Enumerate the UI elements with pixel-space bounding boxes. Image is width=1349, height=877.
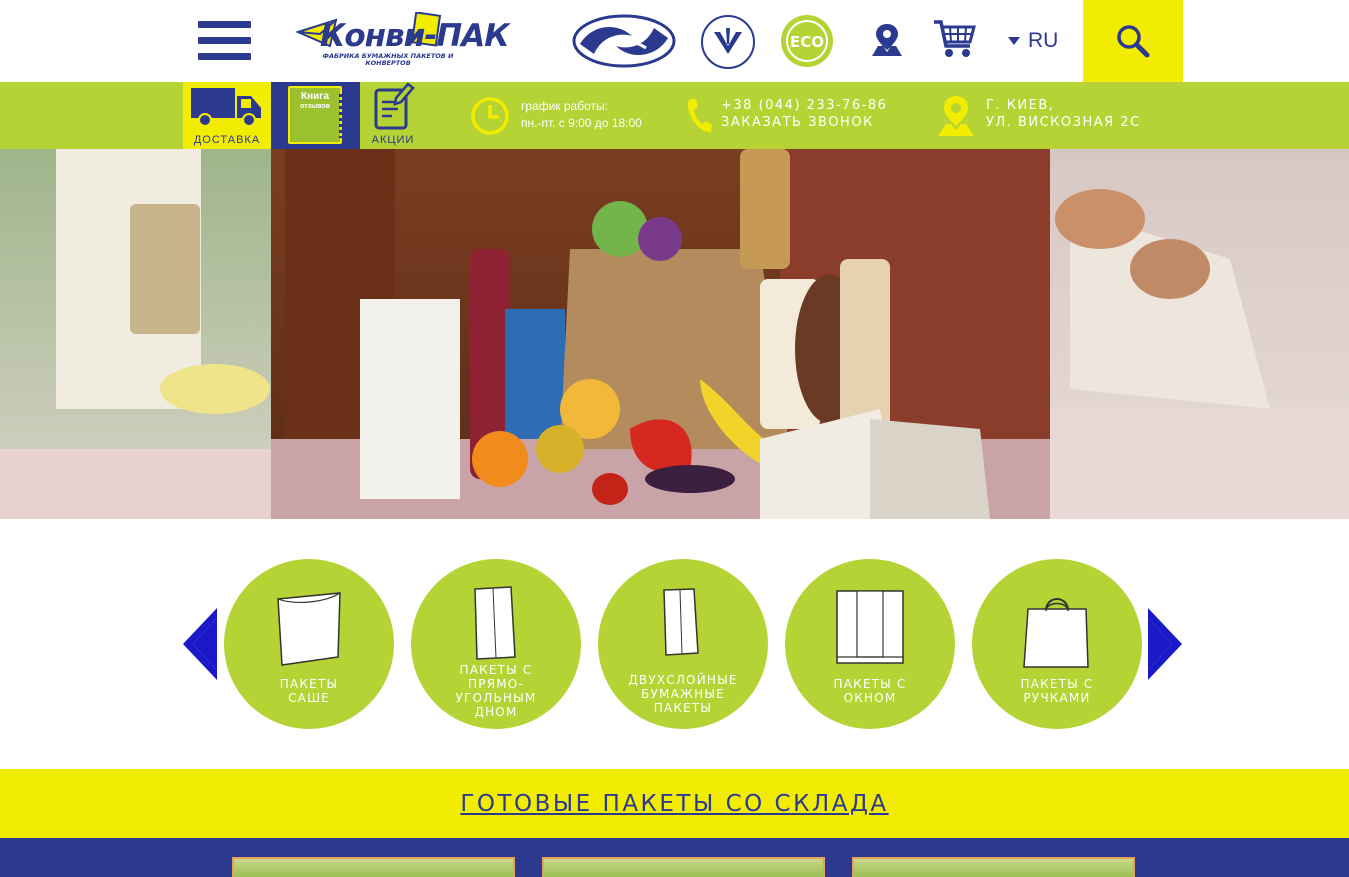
product-card[interactable] <box>542 857 825 877</box>
work-hours-text: пн.-пт. с 9:00 до 18:00 <box>521 116 642 130</box>
promo-document-icon <box>374 82 415 130</box>
flat-bottom-bag-icon <box>474 586 516 660</box>
site-logo[interactable]: Конви-ПАК ФАБРИКА БУМАЖНЫХ ПАКЕТОВ И КОН… <box>296 12 510 70</box>
address-street: УЛ. ВИСКОЗНАЯ 2С <box>986 115 1141 130</box>
handshake-cert-icon <box>572 14 676 68</box>
product-card[interactable] <box>852 857 1135 877</box>
promo-tile[interactable]: АКЦИИ <box>360 82 426 149</box>
ready-bags-stock-link[interactable]: ГОТОВЫЕ ПАКЕТЫ СО СКЛАДА <box>460 791 888 817</box>
reviews-book-tile[interactable]: Книга отзывов <box>271 82 360 149</box>
menu-burger-icon[interactable] <box>198 21 251 61</box>
carousel-next-arrow-icon[interactable] <box>1146 608 1184 680</box>
category-flat-bottom-bags[interactable]: ПАКЕТЫ С ПРЯМО- УГОЛЬНЫМ ДНОМ <box>411 559 581 729</box>
category-label: ПАКЕТЫ С ОКНОМ <box>833 677 907 705</box>
reviews-book-icon: Книга отзывов <box>288 86 345 144</box>
carousel-prev-arrow-icon[interactable] <box>181 608 219 680</box>
delivery-truck-icon <box>191 88 261 127</box>
category-sachet-bags[interactable]: ПАКЕТЫ САШЕ <box>224 559 394 729</box>
category-label: ПАКЕТЫ САШЕ <box>279 677 339 705</box>
top-header: Конви-ПАК ФАБРИКА БУМАЖНЫХ ПАКЕТОВ И КОН… <box>0 0 1349 82</box>
stock-banner: ГОТОВЫЕ ПАКЕТЫ СО СКЛАДА <box>0 769 1349 838</box>
language-label: RU <box>1028 29 1059 52</box>
cart-icon[interactable] <box>932 18 976 60</box>
phone-number[interactable]: +38 (044) 233-76-86 <box>721 98 887 113</box>
book-subtitle: отзывов <box>300 103 330 110</box>
book-title: Книга <box>300 91 330 102</box>
category-label: ПАКЕТЫ С ПРЯМО- УГОЛЬНЫМ ДНОМ <box>455 663 537 719</box>
category-double-layer-bags[interactable]: ДВУХСЛОЙНЫЕ БУМАЖНЫЕ ПАКЕТЫ <box>598 559 768 729</box>
ukraine-standard-icon <box>701 15 755 69</box>
category-handle-bags[interactable]: ПАКЕТЫ С РУЧКАМИ <box>972 559 1142 729</box>
window-bag-icon <box>836 590 904 664</box>
address-city: Г. КИЕВ, <box>986 98 1055 113</box>
language-select[interactable]: RU <box>1008 28 1058 54</box>
category-label: ДВУХСЛОЙНЫЕ БУМАЖНЫЕ ПАКЕТЫ <box>628 673 738 715</box>
sachet-bag-icon <box>277 592 341 666</box>
clock-icon <box>471 97 509 135</box>
logo-text: Конви-ПАК <box>320 18 510 54</box>
category-window-bags[interactable]: ПАКЕТЫ С ОКНОМ <box>785 559 955 729</box>
logo-subtitle: ФАБРИКА БУМАЖНЫХ ПАКЕТОВ И КОНВЕРТОВ <box>322 52 454 67</box>
dropdown-triangle-icon <box>1008 37 1020 45</box>
address-pin-icon <box>938 96 974 136</box>
delivery-label: ДОСТАВКА <box>193 134 261 146</box>
eco-label: ECO <box>790 33 824 51</box>
order-callback-link[interactable]: ЗАКАЗАТЬ ЗВОНОК <box>721 115 874 130</box>
delivery-tile[interactable]: ДОСТАВКА <box>183 82 271 149</box>
handle-bag-icon <box>1023 598 1089 668</box>
map-location-icon[interactable] <box>870 22 904 58</box>
search-icon <box>1117 25 1150 58</box>
phone-icon <box>687 99 712 133</box>
product-card[interactable] <box>232 857 515 877</box>
products-band <box>0 838 1349 877</box>
work-hours-title: график работы: <box>521 99 608 113</box>
eco-badge-icon: ECO <box>781 15 833 67</box>
hero-banner <box>0 149 1349 519</box>
category-label: ПАКЕТЫ С РУЧКАМИ <box>1020 677 1094 705</box>
info-bar: ДОСТАВКА Книга отзывов АКЦИИ <box>0 82 1349 149</box>
promo-label: АКЦИИ <box>371 134 415 146</box>
hero-photo <box>0 149 1349 519</box>
search-button[interactable] <box>1083 0 1183 82</box>
page: Конви-ПАК ФАБРИКА БУМАЖНЫХ ПАКЕТОВ И КОН… <box>0 0 1349 877</box>
double-layer-bag-icon <box>663 588 699 656</box>
